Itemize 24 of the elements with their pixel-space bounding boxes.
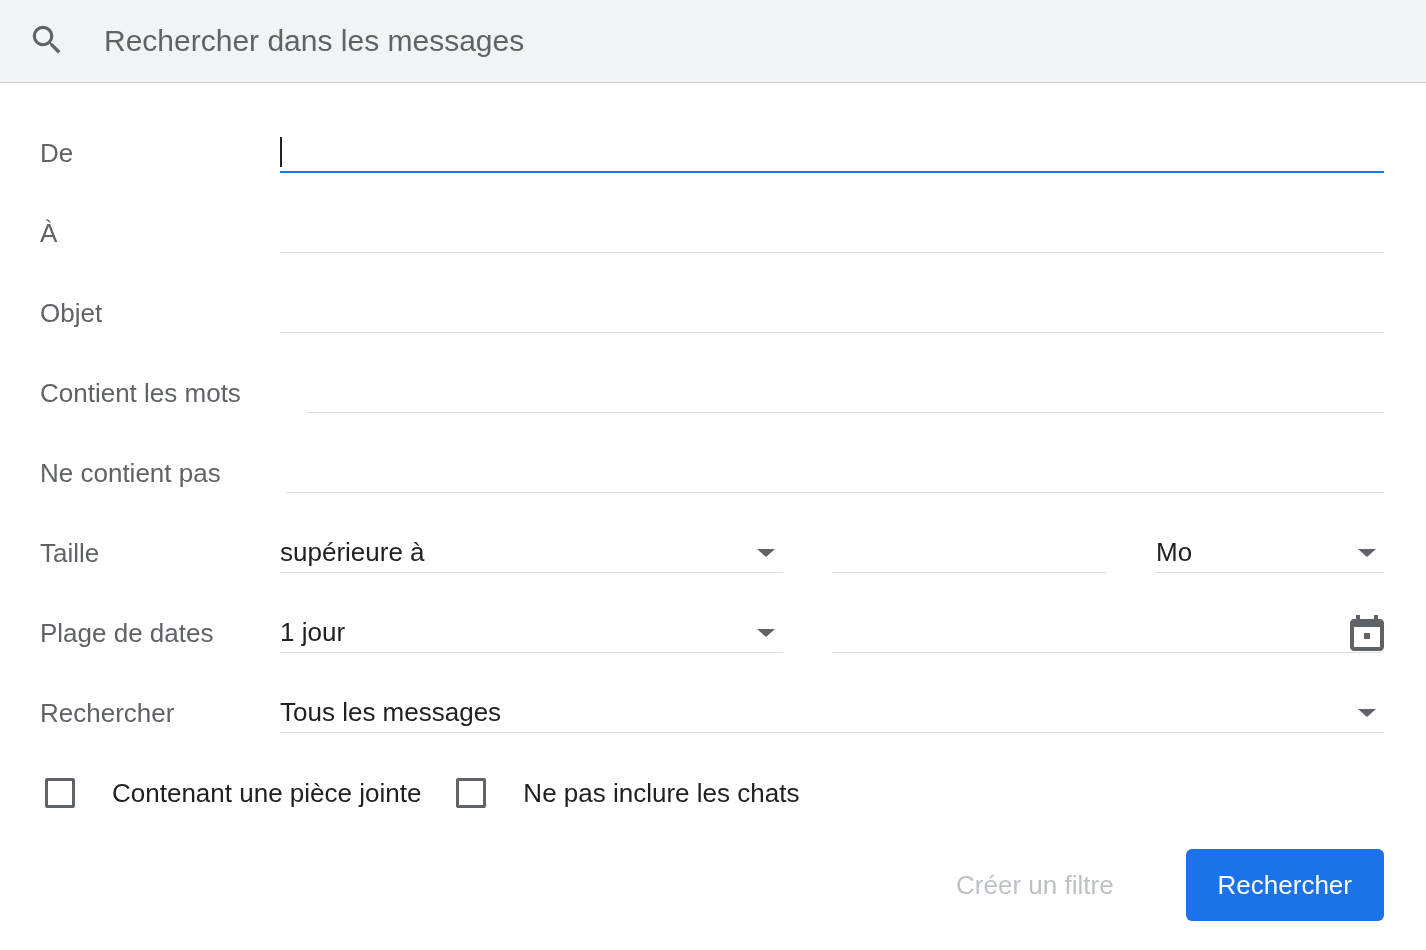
checkbox-label: Contenant une pièce jointe (112, 776, 422, 810)
field-label: Rechercher (40, 696, 176, 730)
field-label: Ne contient pas (40, 456, 222, 490)
checkbox-label: Ne pas inclure les chats (523, 776, 800, 810)
dropdown[interactable]: Mo (1156, 533, 1384, 573)
checkbox[interactable] (45, 778, 75, 808)
field-label: Contient les mots (40, 376, 242, 410)
search-field[interactable]: Rechercher dans les messages (0, 0, 1426, 83)
caret-icon (757, 627, 775, 638)
field-label: De (40, 136, 75, 170)
caret-icon (1358, 547, 1376, 558)
caret-icon (1358, 707, 1376, 718)
date-field[interactable] (832, 613, 1384, 653)
field-label: Taille (40, 536, 101, 570)
caret-icon (757, 547, 775, 558)
search-button[interactable]: Rechercher (1185, 849, 1384, 921)
dropdown[interactable]: 1 jour (280, 613, 783, 653)
field-label: Objet (40, 296, 104, 330)
dropdown[interactable]: Tous les messages (280, 693, 1384, 733)
calendar-icon[interactable] (1350, 614, 1384, 651)
dropdown[interactable]: supérieure à (280, 533, 783, 573)
field-label: Plage de dates (40, 616, 215, 650)
checkbox[interactable] (456, 778, 487, 808)
field-label: À (40, 216, 59, 250)
